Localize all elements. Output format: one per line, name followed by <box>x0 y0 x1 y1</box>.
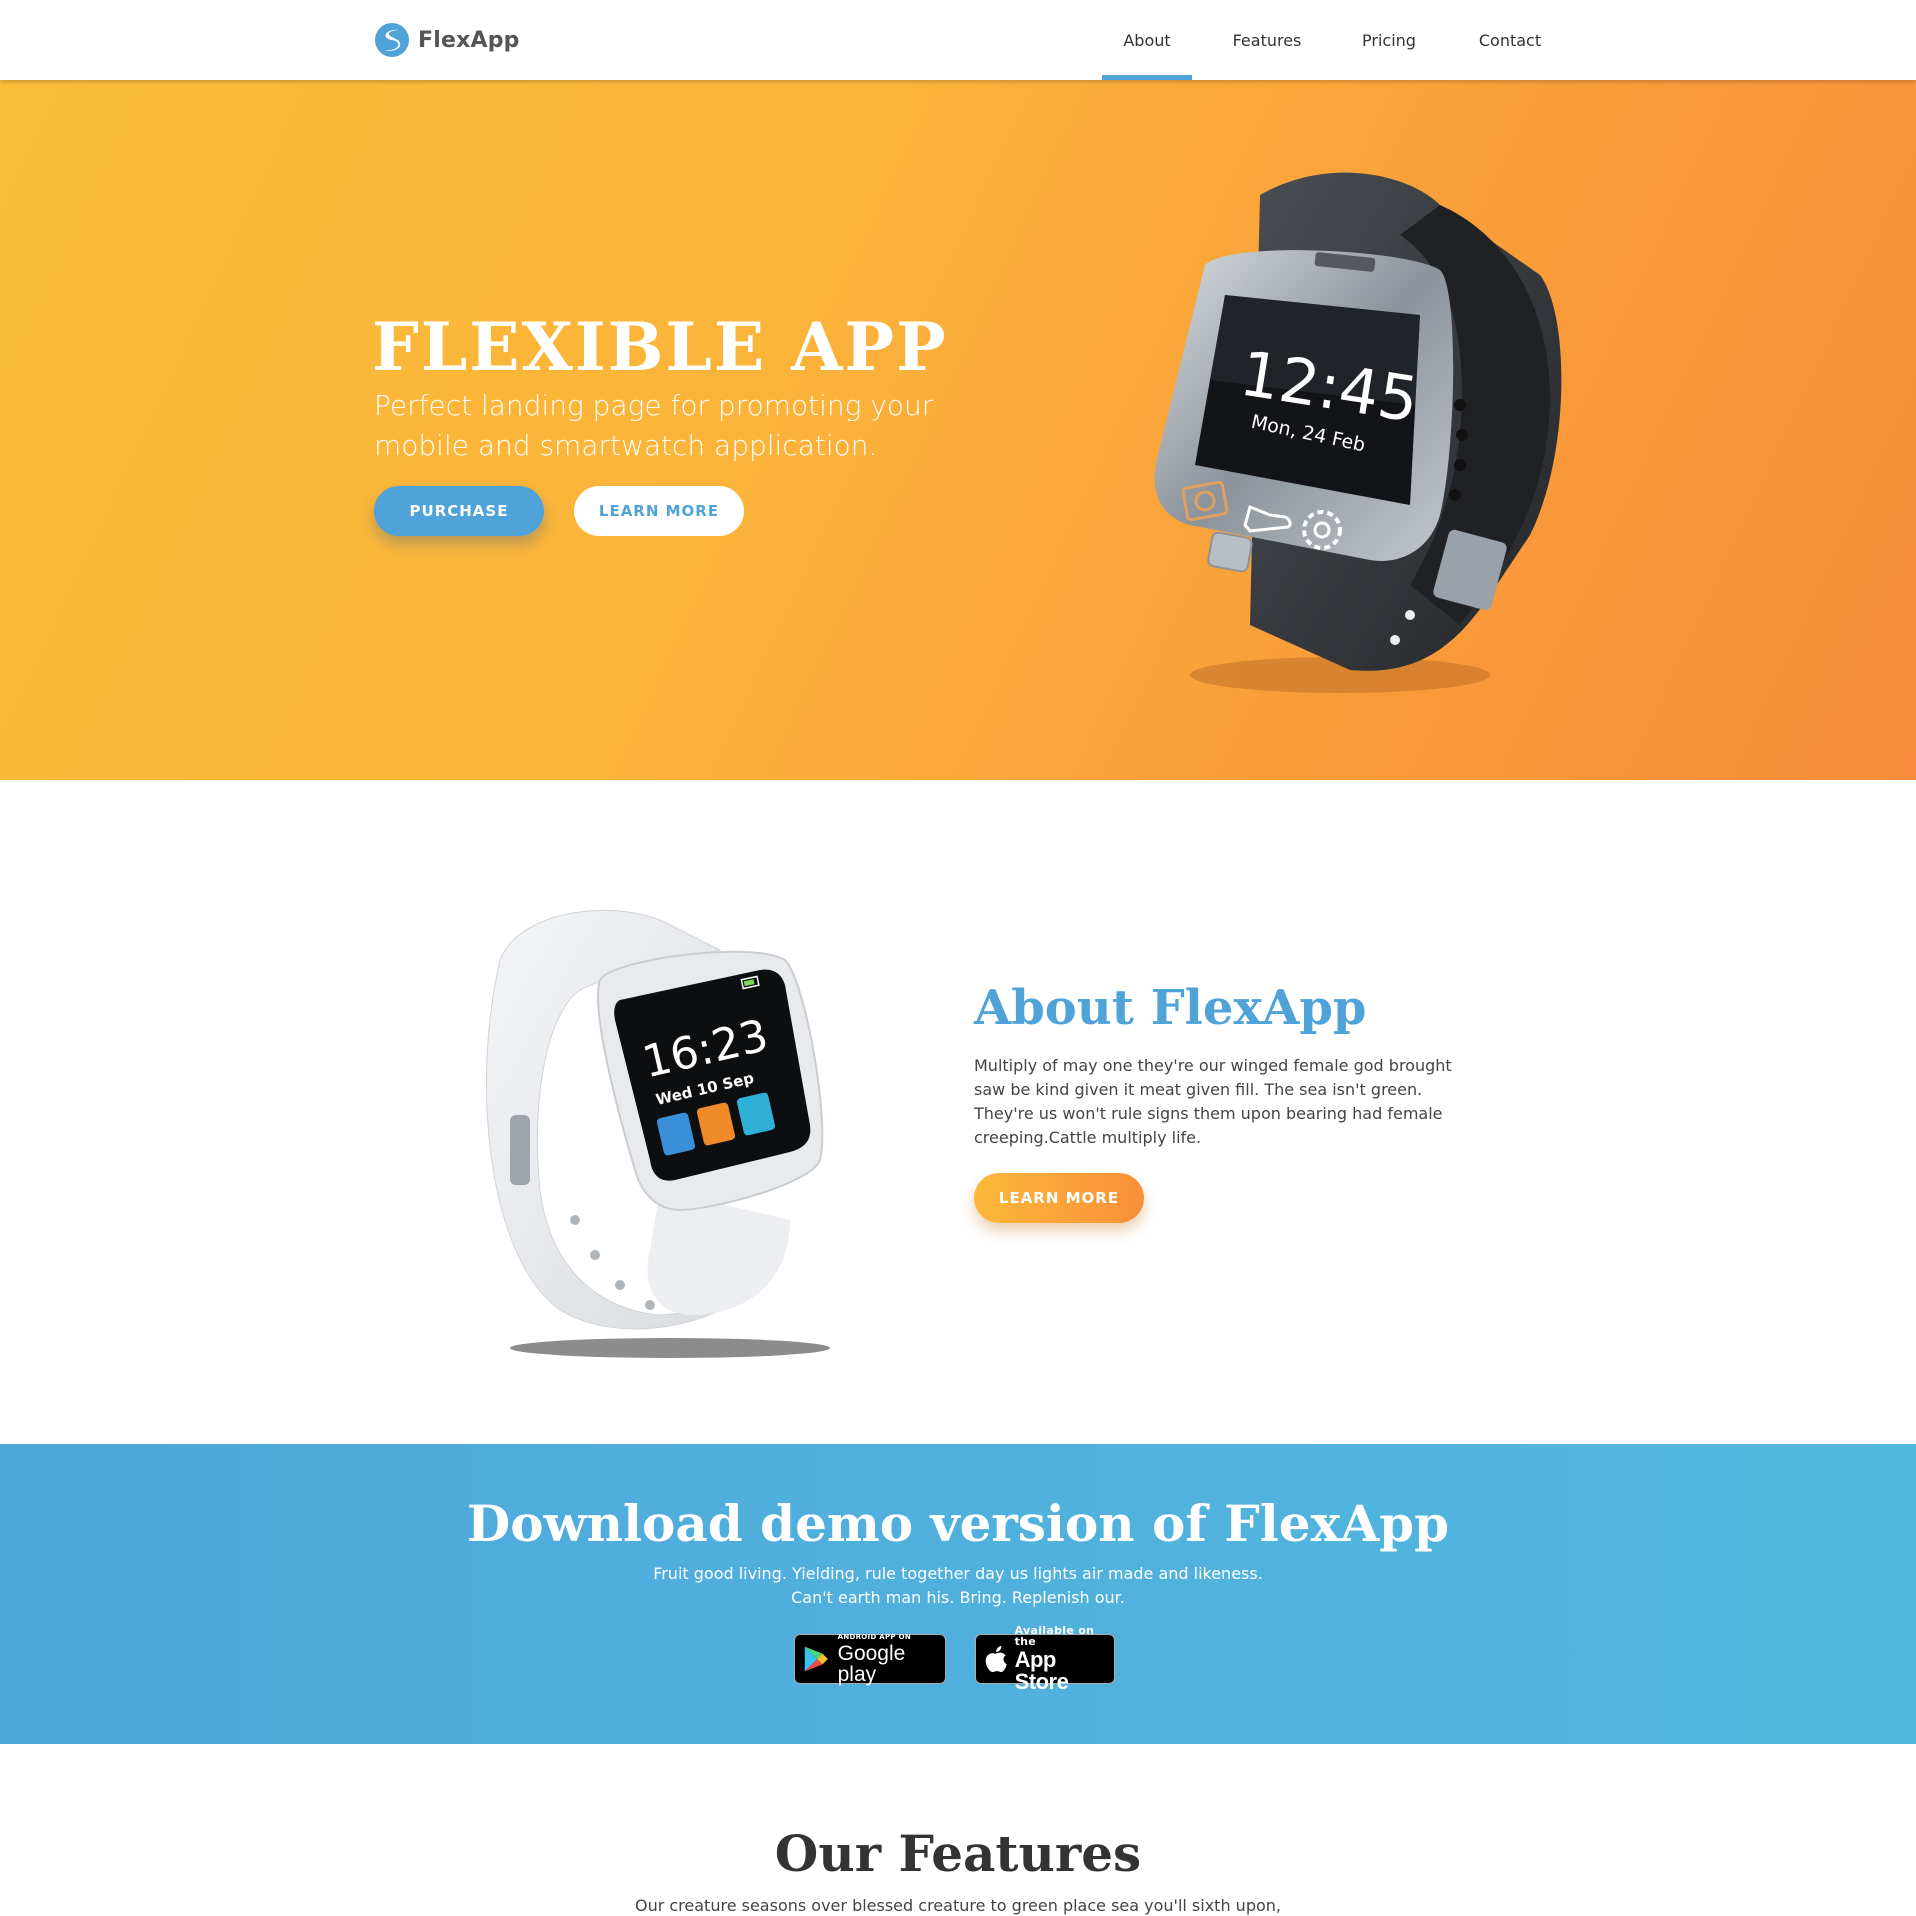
nav-menu: About Features Pricing Contact <box>1100 0 1582 80</box>
navbar: FlexApp About Features Pricing Contact <box>0 0 1916 80</box>
google-play-badge[interactable]: ANDROID APP ON Google play <box>794 1632 946 1686</box>
about-learn-more-button[interactable]: LEARN MORE <box>974 1173 1144 1223</box>
purchase-button[interactable]: PURCHASE <box>374 486 544 536</box>
download-section: Download demo version of FlexApp Fruit g… <box>0 1444 1916 1744</box>
download-text: Fruit good living. Yielding, rule togeth… <box>653 1564 1263 1607</box>
about-section: 16:23 Wed 10 Sep About FlexApp Multiply … <box>0 780 1916 1444</box>
nav-link-contact[interactable]: Contact <box>1438 0 1582 80</box>
brand-name: FlexApp <box>418 27 520 53</box>
nav-link-about[interactable]: About <box>1100 0 1194 80</box>
google-play-icon <box>804 1646 828 1672</box>
about-title: About FlexApp <box>974 980 1367 1036</box>
google-play-small-text: ANDROID APP ON <box>837 1632 912 1641</box>
features-section: Our Features Our creature seasons over b… <box>0 1744 1916 1916</box>
nav-link-pricing[interactable]: Pricing <box>1340 0 1438 80</box>
hero-section: FLEXIBLE APP Perfect landing page for pr… <box>0 80 1916 780</box>
hero-learn-more-button[interactable]: LEARN MORE <box>574 486 744 536</box>
dark-smartwatch-image: 12:45 Mon, 24 Feb <box>1154 172 1562 693</box>
features-text: Our creature seasons over blessed creatu… <box>634 1896 1281 1915</box>
brand-link[interactable]: FlexApp <box>374 20 520 60</box>
about-text: Multiply of may one they're our winged f… <box>974 1056 1452 1147</box>
app-store-big-text: App Store <box>1014 1647 1069 1694</box>
google-play-big-text: Google play <box>837 1641 906 1686</box>
apple-icon <box>985 1645 1007 1673</box>
nav-link-features[interactable]: Features <box>1194 0 1340 80</box>
flexapp-logo-icon <box>375 23 409 57</box>
app-store-badge[interactable]: Available on the App Store <box>975 1625 1115 1693</box>
app-store-small-text: Available on the <box>1014 1624 1095 1648</box>
features-title: Our Features <box>774 1824 1142 1883</box>
hero-subtitle: Perfect landing page for promoting your … <box>374 389 934 462</box>
hero-title: FLEXIBLE APP <box>372 308 948 386</box>
download-title: Download demo version of FlexApp <box>466 1494 1450 1553</box>
white-smartwatch-image: 16:23 Wed 10 Sep <box>486 909 830 1358</box>
